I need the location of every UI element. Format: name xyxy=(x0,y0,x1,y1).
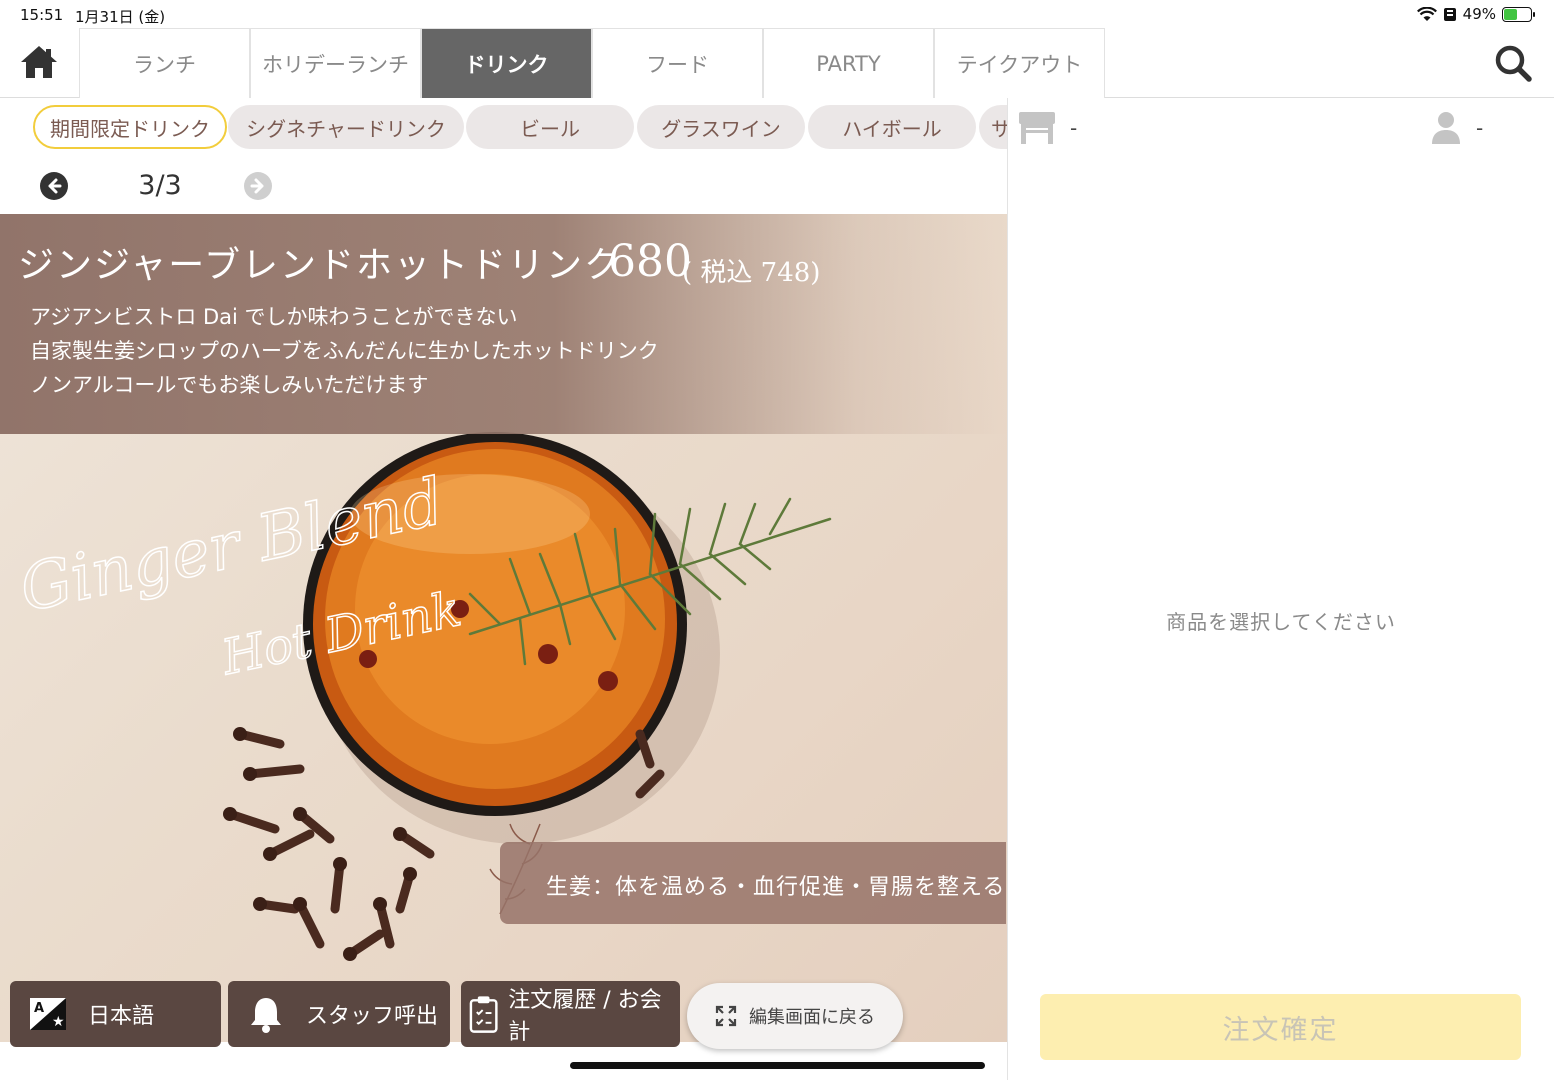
subcategory-pill[interactable]: グラスワイン xyxy=(637,105,805,149)
staff-call-button[interactable]: スタッフ呼出 xyxy=(228,981,450,1047)
search-icon xyxy=(1495,45,1532,82)
clipboard-icon xyxy=(469,996,498,1033)
page-indicator: 3/3 xyxy=(138,170,182,201)
subcategory-pill[interactable]: サ xyxy=(979,105,1007,149)
table-icon xyxy=(1019,112,1055,144)
svg-text:★: ★ xyxy=(52,1014,65,1030)
order-history-label: 注文履歴 / お会計 xyxy=(508,988,662,1045)
confirm-order-button[interactable]: 注文確定 xyxy=(1040,994,1521,1060)
top-navigation: ランチ ホリデーランチ ドリンク フード PARTY テイクアウト xyxy=(0,28,1554,98)
tab-0[interactable]: ランチ xyxy=(79,28,250,98)
item-tax-price: ( 税込 748) xyxy=(682,258,821,288)
subcategory-pill[interactable]: ハイボール xyxy=(808,105,976,149)
prev-page-button[interactable] xyxy=(40,172,68,200)
table-number: - xyxy=(1070,116,1078,140)
tab-3[interactable]: フード xyxy=(592,28,763,98)
svg-text:A: A xyxy=(34,1001,44,1016)
battery-percent: 49% xyxy=(1462,5,1496,23)
description-line: ノンアルコールでもお楽しみいただけます xyxy=(30,373,429,397)
person-icon xyxy=(1432,112,1460,144)
effect-text: 生姜：体を温める・血行促進・胃腸を整える xyxy=(546,875,1006,900)
search-button[interactable] xyxy=(1492,42,1534,84)
people-count: - xyxy=(1476,116,1484,140)
tab-4[interactable]: PARTY xyxy=(763,28,934,98)
subcategory-pill[interactable]: シグネチャードリンク xyxy=(228,105,464,149)
status-bar: 15:51 1月31日 (金) 49% xyxy=(0,0,1554,30)
tab-5[interactable]: テイクアウト xyxy=(934,28,1105,98)
back-to-edit-label: 編集画面に戻る xyxy=(749,1007,875,1028)
category-tabs: ランチ ホリデーランチ ドリンク フード PARTY テイクアウト xyxy=(79,28,1105,98)
item-name: ジンジャーブレンドホットドリンク xyxy=(18,245,623,286)
language-label: 日本語 xyxy=(88,1004,155,1029)
tab-1[interactable]: ホリデーランチ xyxy=(250,28,421,98)
status-date: 1月31日 (金) xyxy=(75,8,166,26)
battery-icon xyxy=(1502,6,1535,22)
item-description: アジアンビストロ Dai でしか味わうことができない 自家製生姜シロップのハーブ… xyxy=(30,300,659,402)
description-line: アジアンビストロ Dai でしか味わうことができない xyxy=(30,305,518,329)
tab-2[interactable]: ドリンク xyxy=(421,28,592,98)
home-button[interactable] xyxy=(18,42,60,82)
panel-divider xyxy=(1007,98,1008,1080)
arrow-left-icon xyxy=(48,178,62,194)
home-icon xyxy=(21,46,57,78)
arrow-right-icon xyxy=(250,178,264,194)
home-indicator xyxy=(570,1062,985,1069)
subcategory-pill[interactable]: ビール xyxy=(466,105,634,149)
bell-icon xyxy=(251,998,281,1033)
status-right: 49% xyxy=(1416,5,1535,23)
menu-item-card[interactable]: Ginger Blend Hot Drink ジンジャーブレンドホットドリンク … xyxy=(0,214,1007,1042)
wifi-icon xyxy=(1416,6,1437,21)
order-history-button[interactable]: 注文履歴 / お会計 xyxy=(461,981,680,1047)
item-price: 680 xyxy=(608,236,692,287)
subcategory-pill[interactable]: 期間限定ドリンク xyxy=(33,105,227,149)
description-line: 自家製生姜シロップのハーブをふんだんに生かしたホットドリンク xyxy=(30,339,659,363)
signal-icon xyxy=(1443,7,1456,21)
empty-cart-message: 商品を選択してください xyxy=(1166,610,1396,634)
next-page-button[interactable] xyxy=(244,172,272,200)
expand-icon xyxy=(715,1005,737,1027)
subcategory-bar: 期間限定ドリンク シグネチャードリンク ビール グラスワイン ハイボールサ xyxy=(0,98,1007,158)
back-to-edit-button[interactable]: 編集画面に戻る xyxy=(687,983,903,1049)
staff-call-label: スタッフ呼出 xyxy=(306,1004,439,1029)
translate-icon: A ★ xyxy=(30,998,66,1030)
language-button[interactable]: A ★ 日本語 xyxy=(10,981,221,1047)
status-time: 15:51 xyxy=(20,6,64,24)
